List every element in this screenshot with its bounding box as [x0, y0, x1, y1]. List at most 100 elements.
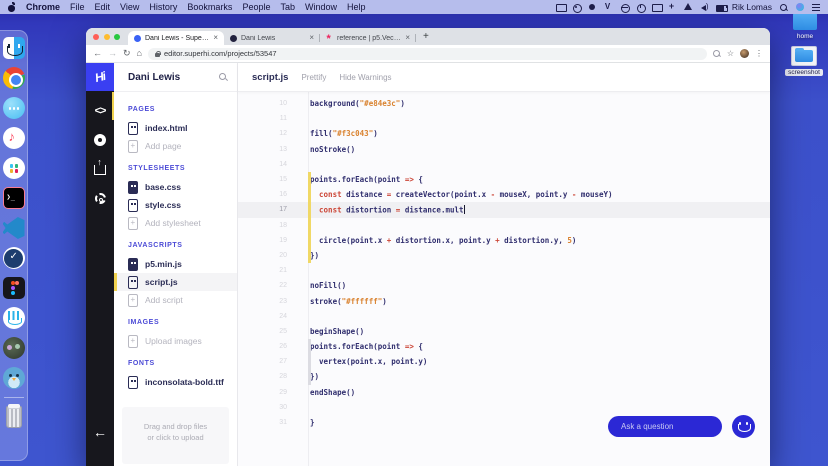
sidebar-item-add-stylesheet[interactable]: Add stylesheet — [114, 214, 237, 232]
dock-item-trash[interactable] — [3, 406, 25, 428]
upload-dropzone[interactable]: Drag and drop filesor click to upload — [122, 407, 229, 464]
menu-edit[interactable]: Edit — [95, 2, 111, 12]
dock-item-music[interactable] — [3, 127, 25, 149]
bookmark-star-icon[interactable]: ☆ — [727, 50, 734, 58]
code-line-22[interactable]: 22noFill() — [238, 278, 770, 293]
code-line-15[interactable]: 15points.forEach(point => { — [238, 172, 770, 187]
menu-help[interactable]: Help — [347, 2, 366, 12]
sidebar-item-upload-images[interactable]: Upload images — [114, 332, 237, 350]
tab-close-icon[interactable]: × — [309, 34, 314, 42]
code-line-14[interactable]: 14 — [238, 157, 770, 172]
menu-tab[interactable]: Tab — [280, 2, 295, 12]
record-dot-icon[interactable] — [588, 3, 597, 12]
display-icon[interactable] — [652, 3, 661, 12]
settings-gear-icon[interactable] — [95, 193, 106, 204]
dock-item-figma[interactable] — [3, 277, 25, 299]
sidebar-item-style-css[interactable]: style.css — [114, 196, 237, 214]
dock-item-gif[interactable] — [3, 337, 25, 359]
dock-item-messages[interactable] — [3, 97, 25, 119]
spotlight-icon[interactable] — [779, 3, 788, 12]
plus-icon[interactable] — [668, 3, 677, 12]
list-icon[interactable] — [811, 3, 820, 12]
code-line-19[interactable]: 19 circle(point.x + distortion.x, point.… — [238, 233, 770, 248]
search-icon[interactable] — [219, 73, 227, 81]
hide-warnings-button[interactable]: Hide Warnings — [339, 73, 391, 82]
ask-question-button[interactable]: Ask a question — [608, 416, 722, 437]
back-icon[interactable]: ← — [93, 49, 102, 58]
sidebar-item-p5-min-js[interactable]: p5.min.js — [114, 255, 237, 273]
vanilla-icon[interactable] — [604, 3, 613, 12]
dock-item-bird[interactable] — [3, 367, 25, 389]
sidebar-item-inconsolata-bold-ttf[interactable]: inconsolata-bold.ttf — [114, 373, 237, 391]
volume-icon[interactable] — [700, 3, 709, 12]
code-line-12[interactable]: 12fill("#f3c043") — [238, 126, 770, 141]
code-line-30[interactable]: 30 — [238, 400, 770, 415]
code-line-18[interactable]: 18 — [238, 218, 770, 233]
dock-item-mail[interactable] — [3, 247, 25, 269]
desktop-folder-home[interactable]: home — [785, 13, 825, 40]
tab-close-icon[interactable]: × — [213, 34, 218, 42]
code-view-icon[interactable]: <> — [95, 105, 106, 117]
battery-icon[interactable] — [716, 3, 725, 12]
code-line-26[interactable]: 26points.forEach(point => { — [238, 339, 770, 354]
tab-2[interactable]: Dani Lewis× — [224, 31, 320, 45]
menu-history[interactable]: History — [149, 2, 177, 12]
dock-item-chrome[interactable] — [3, 67, 25, 89]
menu-file[interactable]: File — [70, 2, 85, 12]
new-tab-button[interactable]: + — [423, 31, 429, 42]
code-line-17[interactable]: 17 const distortion = distance.mult — [238, 202, 770, 217]
menu-window[interactable]: Window — [305, 2, 337, 12]
code-line-13[interactable]: 13noStroke() — [238, 142, 770, 157]
code-line-10[interactable]: 10background("#e84e3c") — [238, 96, 770, 111]
code-line-11[interactable]: 11 — [238, 111, 770, 126]
home-icon[interactable]: ⌂ — [137, 49, 142, 58]
zoom-window-button[interactable] — [114, 34, 120, 40]
preview-eye-icon[interactable] — [94, 134, 106, 146]
clock-icon[interactable] — [636, 3, 645, 12]
address-bar[interactable]: editor.superhi.com/projects/53547 — [148, 48, 707, 60]
code-line-21[interactable]: 21 — [238, 263, 770, 278]
menu-people[interactable]: People — [242, 2, 270, 12]
code-line-16[interactable]: 16 const distance = createVector(point.x… — [238, 187, 770, 202]
wifi-icon[interactable] — [684, 3, 693, 12]
sidebar-item-add-page[interactable]: Add page — [114, 137, 237, 155]
tab-3[interactable]: reference | p5.Vector× — [320, 31, 416, 45]
chrome-menu-icon[interactable]: ⋮ — [755, 50, 763, 58]
code-editor[interactable]: 10background("#e84e3c")1112fill("#f3c043… — [238, 92, 770, 466]
apple-menu-icon[interactable] — [8, 3, 16, 12]
code-line-24[interactable]: 24 — [238, 309, 770, 324]
dock-item-vscode[interactable] — [3, 217, 25, 239]
code-line-27[interactable]: 27 vertex(point.x, point.y) — [238, 354, 770, 369]
sidebar-item-base-css[interactable]: base.css — [114, 178, 237, 196]
menu-bookmarks[interactable]: Bookmarks — [187, 2, 232, 12]
tab-1[interactable]: Dani Lewis - SuperHi× — [128, 31, 224, 45]
zoom-page-icon[interactable] — [713, 50, 721, 58]
reload-icon[interactable]: ↻ — [123, 49, 131, 58]
profile-avatar[interactable] — [740, 49, 749, 58]
url-text[interactable]: editor.superhi.com/projects/53547 — [164, 49, 277, 58]
keyhole-icon[interactable] — [572, 3, 581, 12]
code-line-25[interactable]: 25beginShape() — [238, 324, 770, 339]
screen-mirroring-icon[interactable] — [556, 3, 565, 12]
prettify-button[interactable]: Prettify — [301, 73, 326, 82]
siri-icon[interactable] — [795, 3, 804, 12]
code-line-29[interactable]: 29endShape() — [238, 385, 770, 400]
close-window-button[interactable] — [93, 34, 99, 40]
sidebar-item-script-js[interactable]: script.js — [114, 273, 237, 291]
dock-item-finder[interactable] — [3, 37, 25, 59]
desktop-screenshot-file[interactable]: screenshot — [784, 46, 824, 76]
globe-icon[interactable] — [620, 3, 629, 12]
dock-item-terminal[interactable] — [3, 187, 25, 209]
code-line-28[interactable]: 28}) — [238, 369, 770, 384]
code-line-23[interactable]: 23stroke("#ffffff") — [238, 293, 770, 308]
publish-upload-icon[interactable] — [94, 165, 106, 175]
back-arrow-icon[interactable]: ← — [86, 424, 114, 440]
dock-item-alexa[interactable] — [3, 307, 25, 329]
minimize-window-button[interactable] — [104, 34, 110, 40]
sidebar-item-index-html[interactable]: index.html — [114, 119, 237, 137]
menu-chrome[interactable]: Chrome — [26, 2, 60, 12]
sidebar-item-add-script[interactable]: Add script — [114, 291, 237, 309]
menu-view[interactable]: View — [120, 2, 139, 12]
code-line-20[interactable]: 20}) — [238, 248, 770, 263]
superhi-logo[interactable]: Hi — [86, 63, 114, 91]
